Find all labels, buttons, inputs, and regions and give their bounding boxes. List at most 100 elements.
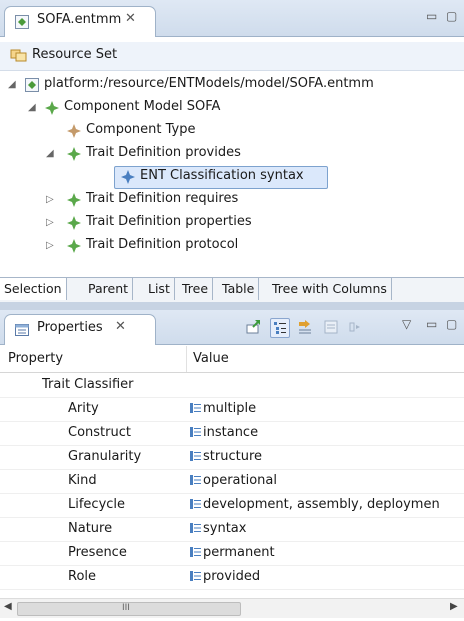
resource-set-icon	[10, 49, 27, 62]
property-name: Presence	[68, 545, 127, 560]
editor-tab-label: SOFA.entmm	[37, 12, 122, 27]
property-value[interactable]: multiple	[203, 401, 256, 416]
restore-default-icon[interactable]	[346, 318, 364, 336]
property-name: Kind	[68, 473, 97, 488]
show-categories-icon[interactable]	[270, 318, 290, 338]
tree-item-trait-properties[interactable]: ▷ Trait Definition properties	[0, 212, 464, 234]
table-row[interactable]: Kind operational	[0, 469, 464, 494]
minimize-icon[interactable]: ▭	[426, 317, 437, 331]
properties-icon	[15, 324, 29, 336]
table-row[interactable]: Lifecycle development, assembly, deploym…	[0, 493, 464, 518]
tree-item-ent-classification[interactable]: ENT Classification syntax	[0, 166, 464, 189]
properties-table-header: Property Value	[0, 346, 464, 373]
properties-tab-strip: Properties ✕ ▽ ▭ ▢	[0, 310, 464, 345]
table-row[interactable]: Role provided	[0, 565, 464, 590]
value-list-icon	[190, 547, 201, 557]
property-value[interactable]: syntax	[203, 521, 246, 536]
table-row[interactable]: Construct instance	[0, 421, 464, 446]
expanded-twisty-icon[interactable]: ◢	[28, 102, 36, 113]
column-divider[interactable]	[186, 346, 187, 372]
pin-icon[interactable]	[244, 318, 262, 336]
model-file-icon	[15, 15, 29, 29]
tab-table[interactable]: Table	[218, 278, 260, 300]
tree-item-label: Trait Definition requires	[86, 191, 239, 206]
properties-tab[interactable]: Properties ✕	[4, 314, 156, 345]
collapsed-twisty-icon[interactable]: ▷	[46, 217, 54, 228]
value-list-icon	[190, 403, 201, 413]
tree-item-label: Component Type	[86, 122, 196, 137]
value-list-icon	[190, 523, 201, 533]
tree-item-component-type[interactable]: Component Type	[0, 120, 464, 142]
tree-item-label: ENT Classification syntax	[140, 168, 304, 183]
property-group-row[interactable]: Trait Classifier	[0, 373, 464, 398]
tab-tree[interactable]: Tree	[178, 278, 214, 300]
property-name: Arity	[68, 401, 99, 416]
close-icon[interactable]: ✕	[125, 11, 136, 26]
tab-list[interactable]: List	[144, 278, 175, 300]
value-list-icon	[190, 475, 201, 485]
scroll-right-icon[interactable]: ▶	[450, 601, 458, 612]
close-icon[interactable]: ✕	[115, 319, 126, 334]
expanded-twisty-icon[interactable]: ◢	[46, 148, 54, 159]
model-editor: SOFA.entmm ✕ ▭ ▢ Resource Set ◢ platform…	[0, 0, 464, 302]
model-file-icon	[25, 78, 39, 92]
collapsed-twisty-icon[interactable]: ▷	[46, 194, 54, 205]
properties-view: Properties ✕ ▽ ▭ ▢ Property Value Trait …	[0, 310, 464, 621]
tab-selection[interactable]: Selection	[0, 278, 67, 300]
value-list-icon	[190, 571, 201, 581]
horizontal-scrollbar[interactable]: ◀ III ▶	[0, 598, 464, 618]
property-name: Granularity	[68, 449, 142, 464]
tab-parent[interactable]: Parent	[84, 278, 134, 300]
tree-item-trait-protocol[interactable]: ▷ Trait Definition protocol	[0, 235, 464, 257]
collapsed-twisty-icon[interactable]: ▷	[46, 240, 54, 251]
table-row[interactable]: Arity multiple	[0, 397, 464, 422]
value-list-icon	[190, 427, 201, 437]
grip-icon: III	[122, 603, 130, 613]
scroll-left-icon[interactable]: ◀	[4, 601, 12, 612]
properties-tab-label: Properties	[37, 320, 103, 335]
green-diamond-icon	[45, 101, 59, 115]
tree-item-root[interactable]: ◢ platform:/resource/ENTModels/model/SOF…	[0, 74, 464, 96]
filter-icon[interactable]	[322, 318, 340, 336]
show-advanced-icon[interactable]	[296, 318, 314, 336]
property-group-label: Trait Classifier	[42, 377, 134, 392]
editor-page-tabs: Selection Parent List Tree Table Tree wi…	[0, 277, 464, 302]
resource-set-header: Resource Set	[0, 42, 464, 71]
column-header-value[interactable]: Value	[193, 351, 229, 366]
green-diamond-icon	[67, 147, 81, 161]
tree-item-trait-requires[interactable]: ▷ Trait Definition requires	[0, 189, 464, 211]
view-menu-icon[interactable]: ▽	[402, 317, 411, 331]
maximize-icon[interactable]: ▢	[446, 317, 457, 331]
view-separator	[0, 302, 464, 310]
property-value[interactable]: provided	[203, 569, 260, 584]
minimize-icon[interactable]: ▭	[426, 9, 437, 23]
column-header-property[interactable]: Property	[8, 351, 63, 366]
property-value[interactable]: development, assembly, deploymen	[203, 497, 464, 512]
tree-item-trait-provides[interactable]: ◢ Trait Definition provides	[0, 143, 464, 165]
property-value[interactable]: operational	[203, 473, 277, 488]
table-row[interactable]: Granularity structure	[0, 445, 464, 470]
property-value[interactable]: permanent	[203, 545, 275, 560]
green-diamond-icon	[67, 216, 81, 230]
tree-item-component-model[interactable]: ◢ Component Model SOFA	[0, 97, 464, 119]
table-row[interactable]: Nature syntax	[0, 517, 464, 542]
tab-tree-with-columns[interactable]: Tree with Columns	[268, 278, 392, 300]
scrollbar-thumb[interactable]: III	[17, 602, 241, 616]
green-diamond-icon	[67, 239, 81, 253]
maximize-icon[interactable]: ▢	[446, 9, 457, 23]
property-name: Lifecycle	[68, 497, 126, 512]
table-row[interactable]: Presence permanent	[0, 541, 464, 566]
editor-tab[interactable]: SOFA.entmm ✕	[4, 6, 156, 37]
tree-item-label: platform:/resource/ENTModels/model/SOFA.…	[44, 76, 374, 91]
expanded-twisty-icon[interactable]: ◢	[8, 79, 16, 90]
property-value[interactable]: structure	[203, 449, 262, 464]
editor-tab-strip: SOFA.entmm ✕ ▭ ▢	[0, 0, 464, 37]
property-name: Nature	[68, 521, 113, 536]
property-name: Construct	[68, 425, 131, 440]
property-value[interactable]: instance	[203, 425, 258, 440]
value-list-icon	[190, 451, 201, 461]
blue-diamond-icon	[121, 170, 135, 184]
green-diamond-icon	[67, 193, 81, 207]
value-list-icon	[190, 499, 201, 509]
property-name: Role	[68, 569, 97, 584]
